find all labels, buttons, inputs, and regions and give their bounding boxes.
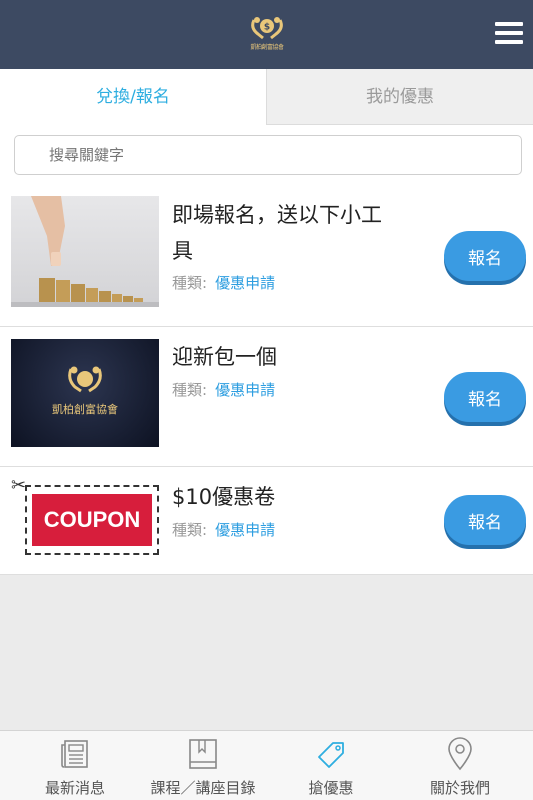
tabbar-item-about[interactable]: 關於我們 — [395, 731, 525, 800]
offer-list: 即場報名，送以下小工具 種類: 優惠申請 報名 凱柏創富協會 迎新包一個 種類: 優… — [0, 185, 533, 575]
item-title: 迎新包一個 — [172, 345, 277, 369]
apply-button[interactable]: 報名 — [444, 495, 526, 545]
category-link[interactable]: 優惠申請 — [215, 381, 275, 399]
bottom-tab-bar: 最新消息 課程／講座目錄 搶優惠 關於我們 — [0, 730, 533, 800]
tabbar-item-news[interactable]: 最新消息 — [0, 731, 150, 800]
category-link[interactable]: 優惠申請 — [215, 521, 275, 539]
coupon-label: COUPON — [32, 494, 152, 546]
association-logo[interactable]: $ 凱柏創富協會 — [246, 14, 288, 54]
coins-stack-image — [11, 196, 159, 307]
tabbar-label: 課程／講座目錄 — [150, 779, 256, 797]
coupon-image: ✂ COUPON — [11, 477, 159, 559]
logo-text: 凱柏創富協會 — [250, 44, 284, 51]
hamburger-menu-icon[interactable] — [495, 22, 523, 46]
welcome-pack-image: 凱柏創富協會 — [11, 339, 159, 447]
category-link[interactable]: 優惠申請 — [215, 274, 275, 292]
tabbar-label: 搶優惠 — [308, 779, 354, 797]
list-item[interactable]: 即場報名，送以下小工具 種類: 優惠申請 報名 — [0, 185, 533, 327]
tabbar-label: 最新消息 — [44, 779, 105, 797]
location-pin-icon — [448, 737, 472, 771]
list-item[interactable]: ✂ COUPON $10優惠卷 種類: 優惠申請 報名 — [0, 467, 533, 575]
category-label: 種類: — [172, 521, 208, 539]
category-label: 種類: — [172, 381, 208, 399]
apply-button[interactable]: 報名 — [444, 231, 526, 281]
welcome-pack-logo-text: 凱柏創富協會 — [52, 403, 118, 416]
svg-text:$: $ — [264, 23, 270, 33]
scissors-icon: ✂ — [11, 475, 27, 496]
tab-bar: 兌換/報名 我的優惠 — [0, 69, 533, 125]
logo-emblem-icon: $ — [251, 17, 283, 40]
item-title: 即場報名，送以下小工具 — [172, 203, 382, 263]
item-title: $10優惠卷 — [172, 485, 276, 509]
list-item[interactable]: 凱柏創富協會 迎新包一個 種類: 優惠申請 報名 — [0, 327, 533, 467]
tabbar-item-courses[interactable]: 課程／講座目錄 — [138, 731, 268, 800]
apply-button[interactable]: 報名 — [444, 372, 526, 422]
item-category: 種類: 優惠申請 — [172, 379, 275, 400]
tabbar-item-offers[interactable]: 搶優惠 — [272, 731, 390, 800]
tabbar-label: 關於我們 — [429, 779, 490, 797]
tab-redeem-register[interactable]: 兌換/報名 — [0, 69, 266, 125]
tab-my-offers[interactable]: 我的優惠 — [266, 69, 533, 125]
item-category: 種類: 優惠申請 — [172, 272, 275, 293]
book-icon — [189, 739, 217, 769]
item-category: 種類: 優惠申請 — [172, 519, 275, 540]
search-input[interactable] — [14, 135, 522, 175]
newspaper-icon — [61, 740, 88, 768]
app-header: $ 凱柏創富協會 — [0, 0, 533, 69]
search-bar — [0, 125, 533, 185]
category-label: 種類: — [172, 274, 208, 292]
tag-icon — [318, 742, 344, 768]
